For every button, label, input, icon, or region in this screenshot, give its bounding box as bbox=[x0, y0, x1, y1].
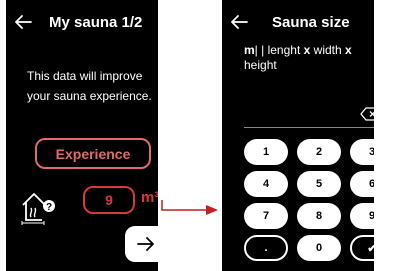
volume-unit: m³ bbox=[141, 189, 158, 206]
key-9[interactable]: 9 bbox=[350, 203, 374, 229]
backspace-icon[interactable] bbox=[360, 107, 374, 121]
volume-input[interactable]: 9 bbox=[83, 186, 135, 214]
format-x: x bbox=[303, 43, 311, 57]
format-x: x bbox=[345, 43, 352, 57]
arrow-right-icon bbox=[137, 237, 154, 251]
format-length: lenght bbox=[267, 43, 301, 57]
svg-text:?: ? bbox=[46, 202, 52, 213]
back-arrow-icon[interactable] bbox=[14, 14, 32, 30]
sauna-size-screen: Sauna size m| | lenght x width x height … bbox=[222, 0, 374, 271]
my-sauna-screen: My sauna 1/2 This data will improve your… bbox=[6, 0, 158, 271]
key-4[interactable]: 4 bbox=[244, 171, 288, 197]
key-5[interactable]: 5 bbox=[297, 171, 341, 197]
description-text: This data will improve your sauna experi… bbox=[27, 69, 152, 103]
format-unit: m bbox=[244, 43, 255, 57]
key-7[interactable]: 7 bbox=[244, 203, 288, 229]
page-title: My sauna 1/2 bbox=[49, 14, 143, 31]
experience-button[interactable]: Experience bbox=[35, 138, 151, 169]
input-underline bbox=[244, 127, 374, 128]
numeric-keypad: 1 2 3 4 5 6 7 8 9 . 0 ✔ bbox=[244, 139, 374, 261]
format-height: height bbox=[244, 58, 277, 72]
key-0[interactable]: 0 bbox=[297, 235, 341, 261]
key-decimal[interactable]: . bbox=[244, 235, 288, 261]
next-button[interactable] bbox=[125, 226, 158, 262]
house-question-icon: ? bbox=[21, 193, 55, 225]
key-8[interactable]: 8 bbox=[297, 203, 341, 229]
key-1[interactable]: 1 bbox=[244, 139, 288, 165]
back-arrow-icon[interactable] bbox=[230, 14, 248, 30]
format-width: width bbox=[313, 43, 342, 57]
key-confirm[interactable]: ✔ bbox=[350, 235, 374, 261]
key-6[interactable]: 6 bbox=[350, 171, 374, 197]
size-format-hint: m| | lenght x width x height bbox=[244, 43, 352, 72]
page-title: Sauna size bbox=[272, 14, 350, 31]
key-2[interactable]: 2 bbox=[297, 139, 341, 165]
key-3[interactable]: 3 bbox=[350, 139, 374, 165]
format-separator: | bbox=[254, 43, 258, 57]
